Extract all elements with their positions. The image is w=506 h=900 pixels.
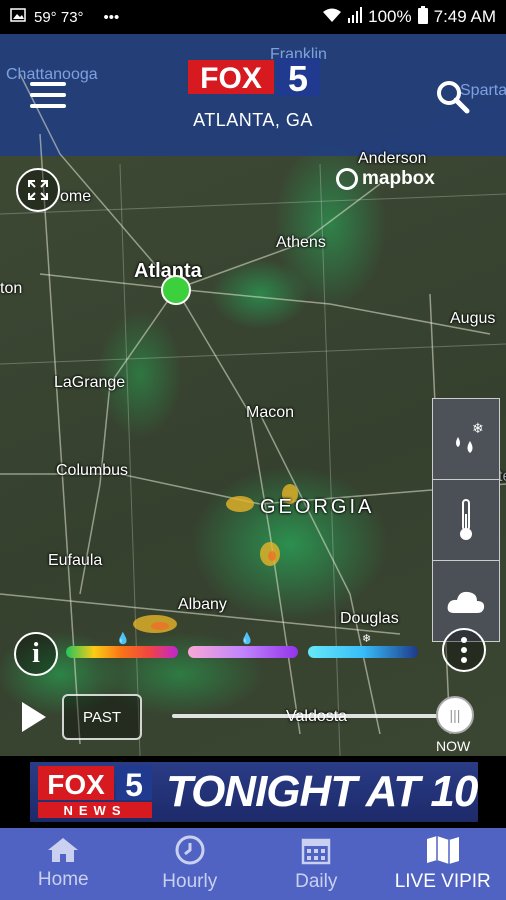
svg-text:FOX: FOX	[200, 62, 262, 95]
legend-snow-bar	[308, 646, 418, 658]
nav-live-vipir-label: LIVE VIPIR	[394, 871, 491, 892]
info-icon: i	[32, 638, 40, 669]
svg-text:FOX: FOX	[47, 769, 105, 800]
search-icon[interactable]	[436, 80, 470, 114]
mapbox-logo-icon	[336, 168, 358, 190]
signal-icon	[348, 6, 363, 28]
cloud-icon	[447, 591, 485, 613]
now-label: NOW	[436, 738, 471, 754]
fullscreen-button[interactable]	[16, 168, 60, 212]
battery-icon	[417, 5, 428, 29]
city-albany: Albany	[178, 596, 227, 613]
bottom-nav: Home Hourly Daily LIVE VIPIR	[0, 828, 506, 900]
city-athens: Athens	[276, 234, 326, 251]
ad-banner[interactable]: FOX 5 NEWS TONIGHT AT 10	[0, 756, 506, 828]
city-lagrange: LaGrange	[54, 374, 126, 391]
city-eufaula: Eufaula	[48, 552, 103, 569]
mix-legend-icon: 💧	[240, 633, 254, 645]
legend-mix-bar	[188, 646, 298, 658]
nav-home[interactable]: Home	[0, 828, 127, 900]
layer-temperature[interactable]	[433, 480, 499, 561]
layer-panel: ❄	[432, 398, 500, 642]
radar-map[interactable]: Chattanooga Franklin Spartan Anderson om…	[0, 34, 506, 756]
fox5-logo: FOX 5	[188, 58, 320, 96]
timeline-slider-thumb[interactable]: |||	[436, 696, 474, 734]
nav-daily-label: Daily	[295, 871, 338, 892]
clock-icon	[175, 835, 205, 865]
more-options-button[interactable]	[442, 628, 486, 672]
status-bar: 59° 73° ••• 100% 7:49 AM	[0, 0, 506, 34]
timeline-slider[interactable]	[172, 714, 450, 718]
legend-rain-bar	[66, 646, 178, 658]
status-overflow: •••	[103, 8, 120, 26]
past-button[interactable]: PAST	[62, 694, 142, 740]
map-icon	[426, 836, 459, 864]
city-macon: Macon	[246, 404, 295, 421]
svg-text:❄: ❄	[472, 421, 484, 437]
nav-live-vipir[interactable]: LIVE VIPIR	[380, 828, 506, 900]
location-pin[interactable]	[161, 275, 191, 305]
nav-home-label: Home	[37, 869, 89, 890]
nav-hourly[interactable]: Hourly	[127, 828, 254, 900]
layer-precip-type[interactable]: ❄	[433, 399, 499, 480]
status-time: 7:49 AM	[433, 7, 496, 26]
calendar-icon	[302, 838, 331, 865]
svg-text:NEWS: NEWS	[64, 803, 127, 818]
city-anniston: ton	[0, 280, 23, 297]
status-temps: 59° 73°	[34, 8, 84, 26]
menu-icon[interactable]	[30, 82, 66, 108]
city-anderson: Anderson	[358, 150, 427, 167]
battery-percent: 100%	[368, 7, 412, 26]
city-columbus: Columbus	[56, 462, 129, 479]
svg-text:5: 5	[288, 58, 308, 96]
rain-legend-icon: 💧	[116, 633, 130, 645]
past-label: PAST	[82, 708, 122, 726]
more-vertical-icon	[461, 637, 467, 663]
city-rome: ome	[60, 188, 92, 205]
state-georgia: GEORGIA	[260, 496, 375, 518]
location-label: ATLANTA, GA	[193, 110, 313, 130]
city-douglas: Douglas	[340, 610, 399, 627]
mapbox-label: mapbox	[362, 168, 435, 189]
mapbox-attribution[interactable]: mapbox	[336, 168, 435, 190]
city-augusta: Augus	[450, 310, 496, 327]
image-icon	[10, 8, 26, 26]
nav-daily[interactable]: Daily	[253, 828, 380, 900]
info-button[interactable]: i	[14, 632, 58, 676]
fox5-news-logo: FOX 5 NEWS	[38, 766, 152, 818]
precip-type-icon: ❄	[456, 421, 484, 453]
svg-text:5: 5	[125, 767, 143, 803]
expand-icon	[28, 180, 48, 200]
wifi-icon	[322, 7, 342, 28]
nav-hourly-label: Hourly	[162, 871, 218, 892]
play-icon[interactable]	[22, 702, 46, 732]
home-icon	[48, 838, 79, 862]
ad-headline: TONIGHT AT 10	[166, 767, 478, 816]
snow-legend-icon: ❄	[362, 633, 372, 645]
thermometer-icon	[460, 499, 472, 540]
